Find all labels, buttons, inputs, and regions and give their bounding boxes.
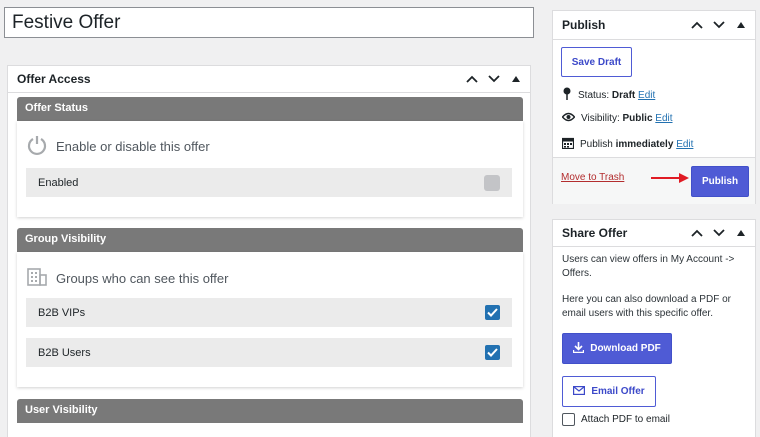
download-pdf-button[interactable]: Download PDF xyxy=(562,333,672,364)
edit-visibility-link[interactable]: Edit xyxy=(655,113,672,124)
offer-status-heading: Enable or disable this offer xyxy=(56,139,210,154)
move-up-icon[interactable] xyxy=(689,17,705,33)
pin-icon xyxy=(562,87,572,104)
email-offer-button[interactable]: Email Offer xyxy=(562,376,656,407)
share-info-text: Users can view offers in My Account -> O… xyxy=(562,254,735,279)
enabled-toggle[interactable] xyxy=(484,174,500,191)
download-icon xyxy=(573,341,585,356)
group-visibility-bar: Group Visibility xyxy=(17,228,523,252)
email-offer-label: Email Offer xyxy=(591,386,645,397)
edit-schedule-link[interactable]: Edit xyxy=(676,139,693,150)
move-down-icon[interactable] xyxy=(711,17,727,33)
status-row: Status: Draft Edit xyxy=(562,87,655,104)
group-label: B2B VIPs xyxy=(38,306,86,319)
move-to-trash-link[interactable]: Move to Trash xyxy=(561,172,624,183)
offer-status-card: Enable or disable this offer Enabled xyxy=(17,121,523,217)
envelope-icon xyxy=(573,385,586,398)
edit-status-link[interactable]: Edit xyxy=(638,90,655,101)
status-label: Status: xyxy=(578,90,610,101)
share-offer-box: Share Offer Users can view offers in My … xyxy=(552,219,756,437)
publish-box: Publish Save Draft Status: Draft Edit Vi… xyxy=(552,10,756,204)
download-pdf-label: Download PDF xyxy=(590,343,661,354)
offer-access-box: Offer Access Offer Status Enable or disa… xyxy=(7,65,531,437)
status-value: Draft xyxy=(611,90,636,101)
publish-button[interactable]: Publish xyxy=(691,166,749,197)
calendar-icon xyxy=(561,137,575,152)
attach-pdf-checkbox[interactable] xyxy=(562,413,575,426)
move-up-icon[interactable] xyxy=(464,71,480,87)
move-down-icon[interactable] xyxy=(711,225,727,241)
arrow-icon xyxy=(651,172,691,187)
building-icon xyxy=(26,267,48,290)
group-row-b2b-users[interactable]: B2B Users xyxy=(26,338,512,367)
enabled-row[interactable]: Enabled xyxy=(26,168,512,197)
enabled-label: Enabled xyxy=(38,176,79,189)
share-offer-title: Share Offer xyxy=(562,226,628,240)
group-visibility-card: Groups who can see this offer B2B VIPs B… xyxy=(17,252,523,387)
power-icon xyxy=(26,134,48,159)
attach-pdf-label: Attach PDF to email xyxy=(581,414,670,425)
publish-value: immediately xyxy=(615,139,674,150)
publish-title: Publish xyxy=(562,18,606,32)
eye-icon xyxy=(561,112,576,125)
visibility-label: Visibility: xyxy=(581,113,620,124)
group-visibility-heading: Groups who can see this offer xyxy=(56,271,229,286)
user-visibility-card xyxy=(17,423,523,437)
offer-status-bar: Offer Status xyxy=(17,97,523,121)
toggle-panel-icon[interactable] xyxy=(733,17,749,33)
visibility-row: Visibility: Public Edit xyxy=(561,112,673,125)
toggle-panel-icon[interactable] xyxy=(733,225,749,241)
user-visibility-bar: User Visibility xyxy=(17,399,523,423)
post-title-input[interactable]: Festive Offer xyxy=(4,7,534,38)
schedule-row: Publish immediately Edit xyxy=(561,137,693,152)
visibility-value: Public xyxy=(622,113,653,124)
save-draft-button[interactable]: Save Draft xyxy=(561,47,632,77)
group-checkbox-b2b-users[interactable] xyxy=(485,345,500,360)
share-info-text-2: Here you can also download a PDF or emai… xyxy=(562,294,731,319)
attach-pdf-row[interactable]: Attach PDF to email xyxy=(562,413,670,426)
toggle-panel-icon[interactable] xyxy=(508,71,524,87)
move-up-icon[interactable] xyxy=(689,225,705,241)
publish-actions: Move to Trash Publish xyxy=(553,157,755,204)
group-row-b2b-vips[interactable]: B2B VIPs xyxy=(26,298,512,327)
publish-label: Publish xyxy=(580,139,613,150)
move-down-icon[interactable] xyxy=(486,71,502,87)
group-label: B2B Users xyxy=(38,346,91,359)
group-checkbox-b2b-vips[interactable] xyxy=(485,305,500,320)
offer-access-title: Offer Access xyxy=(17,72,91,86)
